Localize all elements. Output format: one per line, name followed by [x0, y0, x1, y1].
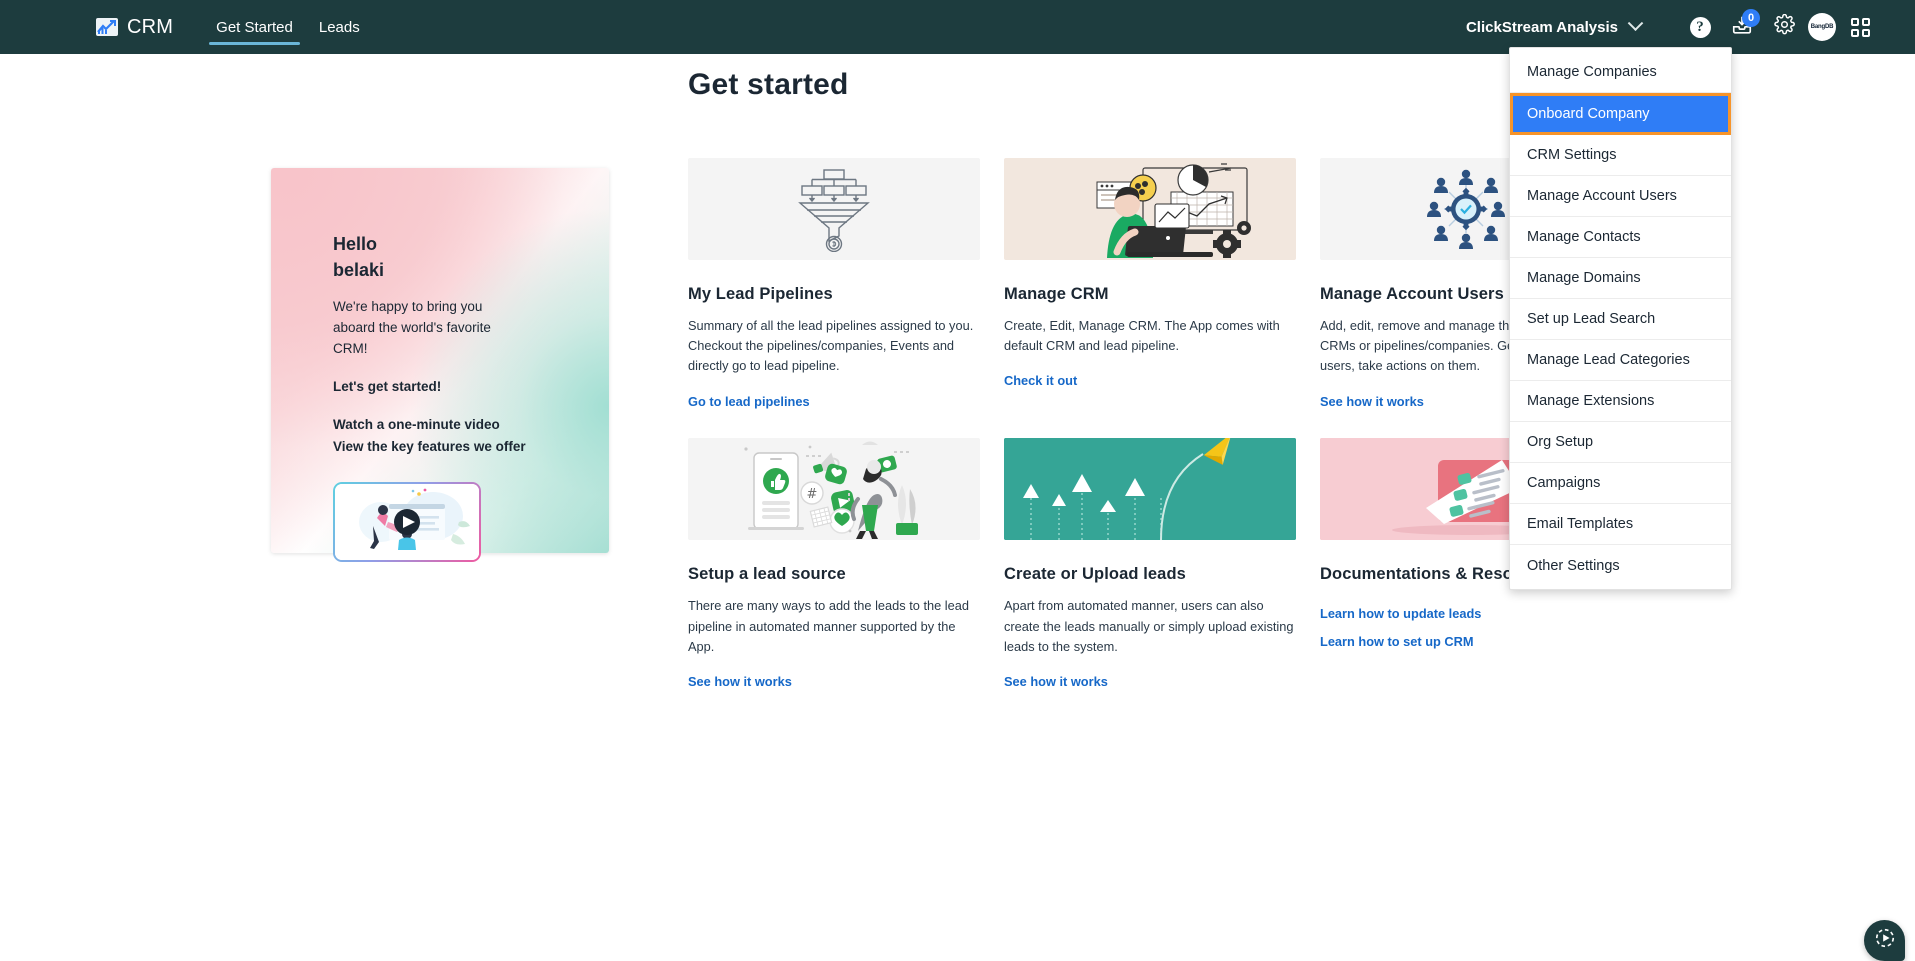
help-button[interactable]: ? — [1679, 6, 1721, 48]
nav-item-get-started[interactable]: Get Started — [203, 0, 306, 54]
menu-item-manage-account-users[interactable]: Manage Account Users — [1510, 176, 1731, 217]
menu-item-label: Manage Contacts — [1527, 229, 1641, 245]
play-circle-dashed-icon — [1874, 927, 1896, 954]
inbox-button[interactable]: 0 — [1721, 6, 1763, 48]
funnel-pipeline-illustration-icon — [688, 158, 980, 260]
card-my-lead-pipelines: My Lead Pipelines Summary of all the lea… — [688, 158, 980, 413]
welcome-greeting: Hello belaki — [333, 232, 609, 284]
card-link-learn-setup-crm[interactable]: Learn how to set up CRM — [1320, 630, 1612, 654]
grid-apps-icon — [1850, 17, 1870, 37]
question-mark-icon: ? — [1689, 16, 1711, 38]
top-navigation-bar: CRM Get Started Leads ClickStream Analys… — [0, 0, 1915, 54]
card-description: Apart from automated manner, users can a… — [1004, 598, 1294, 654]
card-create-or-upload-leads: Create or Upload leads Apart from automa… — [1004, 438, 1296, 693]
header-actions: ClickStream Analysis ? 0 BangDB — [1466, 6, 1915, 48]
menu-item-label: CRM Settings — [1527, 147, 1617, 163]
nav-item-label: Get Started — [216, 18, 293, 36]
welcome-card: Hello belaki We're happy to bring you ab… — [271, 168, 609, 560]
person-at-desk-analytics-illustration-icon — [1004, 158, 1296, 260]
menu-item-label: Manage Account Users — [1527, 188, 1677, 204]
card-title: Setup a lead source — [688, 565, 846, 584]
menu-item-manage-domains[interactable]: Manage Domains — [1510, 258, 1731, 299]
menu-item-label: Manage Extensions — [1527, 393, 1655, 409]
menu-item-label: Email Templates — [1527, 516, 1634, 532]
card-setup-a-lead-source: # Setup a lead source There are many way… — [688, 438, 980, 693]
apps-button[interactable] — [1839, 6, 1881, 48]
menu-item-manage-contacts[interactable]: Manage Contacts — [1510, 217, 1731, 258]
welcome-links: Watch a one-minute video View the key fe… — [333, 414, 609, 458]
menu-item-label: Manage Lead Categories — [1527, 352, 1690, 368]
card-manage-crm: Manage CRM Create, Edit, Manage CRM. The… — [1004, 158, 1296, 413]
menu-item-email-templates[interactable]: Email Templates — [1510, 504, 1731, 545]
menu-item-campaigns[interactable]: Campaigns — [1510, 463, 1731, 504]
card-link-check-it-out[interactable]: Check it out — [1004, 369, 1296, 393]
paper-plane-growth-arrows-illustration-icon — [1004, 438, 1296, 541]
menu-item-label: Org Setup — [1527, 434, 1594, 450]
card-title: Manage CRM — [1004, 285, 1109, 303]
account-selector-label: ClickStream Analysis — [1465, 18, 1618, 36]
card-link-see-how-it-works[interactable]: See how it works — [1004, 670, 1296, 694]
video-illustration-icon — [335, 483, 479, 560]
nav-item-label: Leads — [318, 18, 360, 36]
chart-arrow-logo-icon — [96, 18, 118, 36]
menu-item-label: Manage Companies — [1527, 64, 1657, 80]
menu-item-manage-lead-categories[interactable]: Manage Lead Categories — [1510, 340, 1731, 381]
account-selector[interactable]: ClickStream Analysis — [1465, 14, 1644, 36]
brand[interactable]: CRM — [96, 16, 173, 39]
card-description: Summary of all the lead pipelines assign… — [688, 318, 974, 374]
account-dropdown-menu: Manage Companies Onboard Company CRM Set… — [1509, 47, 1732, 590]
card-description: There are many ways to add the leads to … — [688, 598, 969, 654]
gear-icon — [1773, 13, 1795, 40]
card-link-go-to-lead-pipelines[interactable]: Go to lead pipelines — [688, 390, 980, 414]
social-media-marketing-illustration-icon: # — [688, 438, 980, 541]
welcome-cta: Let's get started! — [333, 378, 442, 394]
brand-name: CRM — [127, 15, 174, 38]
card-link-see-how-it-works[interactable]: See how it works — [688, 670, 980, 694]
welcome-body: We're happy to bring you aboard the worl… — [333, 298, 491, 356]
watch-video-link[interactable]: Watch a one-minute video — [333, 414, 609, 436]
avatar[interactable]: BangDB — [1808, 13, 1836, 41]
menu-item-label: Campaigns — [1527, 475, 1601, 491]
get-started-card-grid: My Lead Pipelines Summary of all the lea… — [688, 158, 1612, 694]
menu-item-crm-settings[interactable]: CRM Settings — [1510, 135, 1731, 176]
card-title: Create or Upload leads — [1004, 565, 1186, 584]
card-link-learn-update-leads[interactable]: Learn how to update leads — [1320, 602, 1612, 626]
menu-item-other-settings[interactable]: Other Settings — [1510, 545, 1731, 586]
menu-item-label: Other Settings — [1527, 557, 1620, 574]
menu-item-onboard-company[interactable]: Onboard Company — [1510, 93, 1731, 135]
svg-text:#: # — [807, 487, 818, 502]
welcome-greeting-line2: belaki — [333, 259, 385, 280]
card-description: Create, Edit, Manage CRM. The App comes … — [1004, 318, 1280, 354]
menu-item-label: Onboard Company — [1527, 106, 1650, 122]
nav-item-leads[interactable]: Leads — [306, 0, 373, 54]
card-title: My Lead Pipelines — [688, 285, 833, 303]
key-features-link[interactable]: View the key features we offer — [333, 436, 609, 458]
menu-item-org-setup[interactable]: Org Setup — [1510, 422, 1731, 463]
menu-item-manage-companies[interactable]: Manage Companies — [1510, 52, 1731, 93]
avatar-label: BangDB — [1810, 24, 1834, 30]
menu-item-set-up-lead-search[interactable]: Set up Lead Search — [1510, 299, 1731, 340]
menu-item-manage-extensions[interactable]: Manage Extensions — [1510, 381, 1731, 422]
chevron-down-icon — [1627, 14, 1644, 31]
welcome-greeting-line1: Hello — [333, 234, 378, 254]
video-thumbnail[interactable] — [333, 482, 481, 562]
menu-item-label: Manage Domains — [1527, 270, 1641, 286]
page-title: Get started — [688, 68, 849, 101]
main-nav: Get Started Leads — [203, 0, 373, 54]
settings-button[interactable] — [1763, 6, 1805, 48]
inbox-badge: 0 — [1742, 9, 1760, 27]
menu-item-label: Set up Lead Search — [1527, 311, 1656, 327]
help-video-fab[interactable] — [1864, 920, 1905, 961]
